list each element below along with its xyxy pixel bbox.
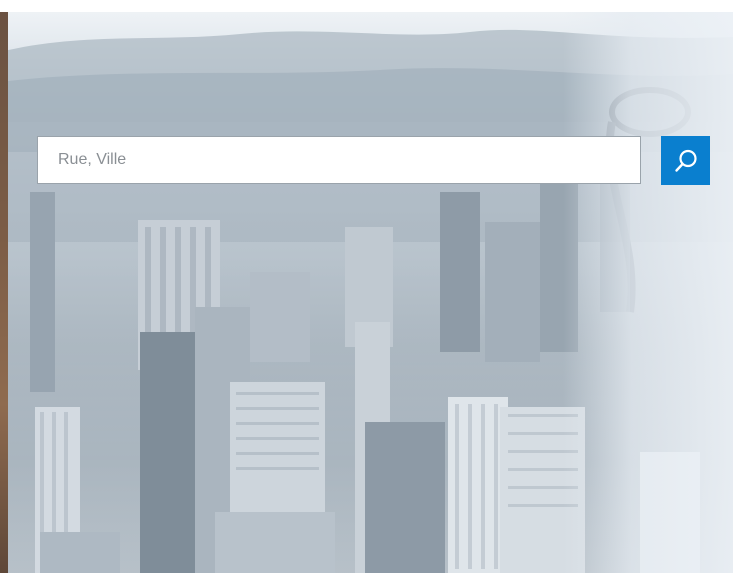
search-button[interactable] <box>661 136 710 185</box>
search-icon <box>673 148 699 174</box>
image-fade-overlay <box>563 12 733 573</box>
side-image-edge <box>0 12 8 573</box>
search-input[interactable] <box>37 136 641 184</box>
